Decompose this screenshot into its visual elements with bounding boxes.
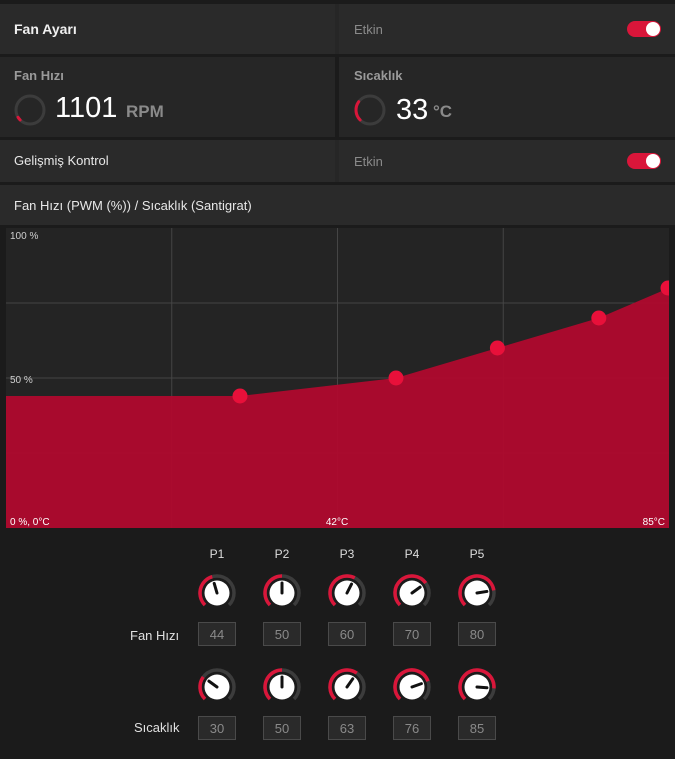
fan-settings-toggle[interactable] [627,21,661,37]
temperature-value: 33 [396,94,429,126]
temperature-gauge-icon [354,94,386,126]
temperature-value-p4[interactable]: 76 [393,716,431,740]
fan-speed-knob-p3[interactable] [327,573,367,613]
knob-dial-icon [328,668,366,701]
point-header-p5: P5 [469,547,485,561]
points-panel: P1 P2 P3 P4 P5 Fan Hızı Sıcaklık 44 50 6… [0,528,675,754]
knob-dial-icon [198,668,236,701]
toggle-knob [646,22,660,36]
temperature-value-p5[interactable]: 85 [458,716,496,740]
temperature-knob-p4[interactable] [392,667,432,707]
fan-curve-chart[interactable]: 100 % 50 % 0 %, 0°C 42°C 85°C [6,228,669,528]
knob-dial-icon [458,574,496,607]
curve-title: Fan Hızı (PWM (%)) / Sıcaklık (Santigrat… [14,198,252,213]
advanced-control-label: Gelişmiş Kontrol [14,153,109,168]
fan-speed-value: 1101 [55,92,118,124]
y-label-mid: 50 % [10,375,33,386]
point-header-p2: P2 [274,547,290,561]
knob-dial-icon [458,668,496,701]
temperature-knob-p3[interactable] [327,667,367,707]
fan-speed-stat: Fan Hızı 1101 RPM [0,57,335,137]
knob-dial-icon [393,668,431,701]
fan-speed-label: Fan Hızı [14,68,64,83]
toggle-knob [646,154,660,168]
temperature-value-p3[interactable]: 63 [328,716,366,740]
x-label-mid: 42°C [326,517,348,528]
knob-dial-icon [198,574,236,607]
temperature-unit: °C [433,102,453,121]
y-label-top: 100 % [10,231,38,242]
fan-settings-status: Etkin [354,22,383,37]
fan-speed-row-label: Fan Hızı [130,628,180,643]
fan-speed-value-p4[interactable]: 70 [393,622,431,646]
advanced-control-status-cell: Etkin [339,140,675,182]
fan-settings-label-cell: Fan Ayarı [0,4,335,54]
stats-row: Fan Hızı 1101 RPM Sıcaklık 33 °C [0,57,675,137]
fan-speed-gauge-icon [14,94,46,126]
fan-speed-value-p2[interactable]: 50 [263,622,301,646]
fan-speed-knob-p4[interactable] [392,573,432,613]
fan-settings-row: Fan Ayarı Etkin [0,4,675,54]
temperature-knob-p5[interactable] [457,667,497,707]
advanced-control-toggle[interactable] [627,153,661,169]
knob-dial-icon [263,668,301,701]
knob-dial-icon [328,574,366,607]
fan-speed-knob-p5[interactable] [457,573,497,613]
fan-speed-knob-p2[interactable] [262,573,302,613]
fan-speed-value-p1[interactable]: 44 [198,622,236,646]
fan-settings-status-cell: Etkin [339,4,675,54]
fan-speed-unit: RPM [126,102,164,121]
knob-dial-icon [393,574,431,607]
advanced-control-label-cell: Gelişmiş Kontrol [0,140,335,182]
point-header-p4: P4 [404,547,420,561]
temperature-knob-p2[interactable] [262,667,302,707]
temperature-row-label: Sıcaklık [134,720,180,735]
curve-point-p1[interactable] [232,388,248,404]
x-label-max: 85°C [643,517,665,528]
fan-speed-value-p3[interactable]: 60 [328,622,366,646]
advanced-control-status: Etkin [354,154,383,169]
fan-speed-knob-p1[interactable] [197,573,237,613]
fan-curve-svg[interactable]: 100 % 50 % 0 %, 0°C 42°C 85°C [6,228,669,528]
temperature-label: Sıcaklık [354,68,403,83]
temperature-value-p2[interactable]: 50 [263,716,301,740]
curve-point-p4[interactable] [591,310,607,326]
temperature-value-p1[interactable]: 30 [198,716,236,740]
fan-settings-title: Fan Ayarı [14,21,77,37]
fan-speed-value-p5[interactable]: 80 [458,622,496,646]
point-header-p3: P3 [339,547,355,561]
knob-dial-icon [263,574,301,607]
temperature-knob-p1[interactable] [197,667,237,707]
curve-header: Fan Hızı (PWM (%)) / Sıcaklık (Santigrat… [0,185,675,225]
curve-point-p2[interactable] [388,370,404,386]
x-label-min: 0 %, 0°C [10,517,50,528]
temperature-stat: Sıcaklık 33 °C [339,57,675,137]
curve-point-p3[interactable] [489,340,505,356]
point-header-p1: P1 [209,547,225,561]
advanced-control-row: Gelişmiş Kontrol Etkin [0,140,675,182]
